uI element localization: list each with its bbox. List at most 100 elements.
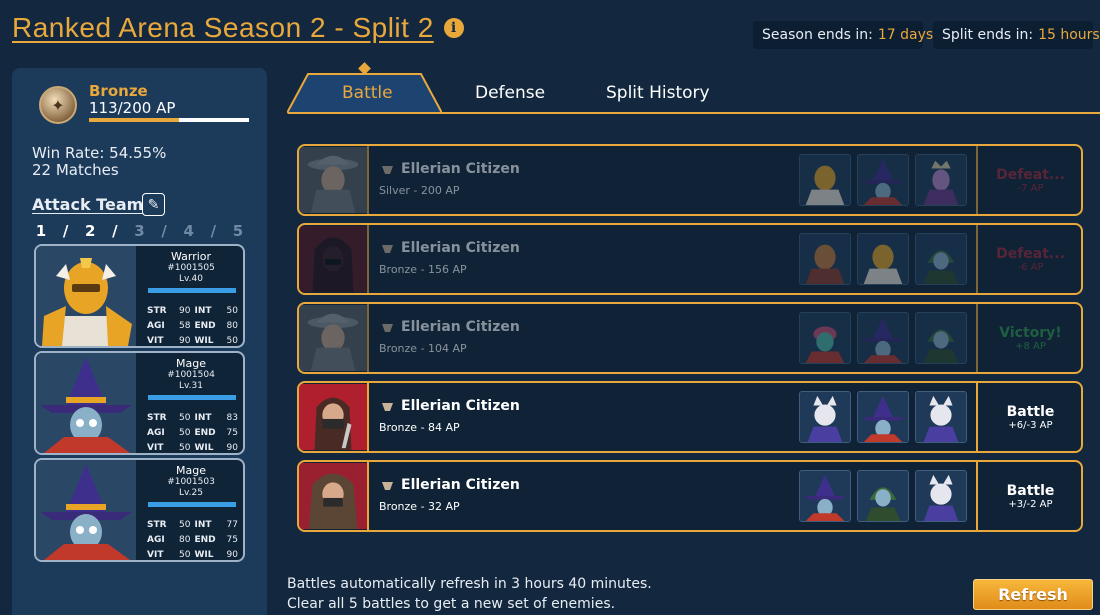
battle-row[interactable]: Ellerian Citizen Bronze - 84 AP Battle +… (297, 381, 1083, 453)
enemy-name: Ellerian Citizen (401, 319, 520, 335)
enemy-hero-mage (799, 470, 851, 522)
enemy-hero-mage (857, 154, 909, 206)
result-ap: +6/-3 AP (1008, 419, 1053, 431)
hero-card[interactable]: Mage #1001503 Lv.25 STR 50 INT 77 AGI 80 END 7… (34, 458, 245, 562)
battle-row[interactable]: Ellerian Citizen Bronze - 32 AP Battle +… (297, 460, 1083, 532)
team-page-4[interactable]: 4 (180, 222, 198, 240)
battle-button[interactable]: Battle +6/-3 AP (976, 383, 1081, 451)
warrior-portrait (36, 246, 136, 346)
attack-team-label[interactable]: Attack Team (32, 195, 143, 214)
match-count: 22 Matches (32, 161, 119, 179)
team-page-selector: 1 / 2 / 3 / 4 / 5 (32, 222, 247, 240)
hero-card[interactable]: Warrior #1001505 Lv.40 STR 90 INT 50 AGI 58 E… (34, 244, 245, 348)
hero-id: #1001504 (167, 370, 215, 380)
hero-stats: STR 50 INT 83 AGI 50 END 75 VIT 50 WIL 90 (147, 410, 242, 453)
info-icon[interactable]: i (443, 18, 464, 38)
enemy-hero-mage (857, 312, 909, 364)
bronze-rank-icon (382, 166, 393, 174)
page-separator: / (161, 222, 167, 240)
stat-key: INT (194, 412, 212, 423)
team-page-2[interactable]: 2 (81, 222, 99, 240)
stat-key: INT (194, 519, 212, 530)
stat-key: END (194, 427, 216, 438)
split-timer-label: Split ends in: (942, 27, 1034, 43)
team-page-3[interactable]: 3 (131, 222, 149, 240)
stat-value: 90 (179, 335, 191, 346)
enemy-portrait (299, 304, 369, 372)
enemy-name: Ellerian Citizen (401, 240, 520, 256)
battle-row[interactable]: Ellerian Citizen Silver - 200 AP Defeat.… (297, 144, 1083, 216)
hero-exp-bar (148, 502, 236, 507)
enemy-rank-ap: Bronze - 32 AP (379, 500, 460, 513)
stat-key: END (194, 534, 216, 545)
stat-value: 90 (226, 549, 238, 560)
hero-level: Lv.40 (179, 274, 203, 284)
hero-exp-bar (148, 288, 236, 293)
stat-value: 90 (226, 442, 238, 453)
stat-value: 77 (226, 519, 238, 530)
edit-team-icon[interactable]: ✎ (142, 193, 165, 216)
enemy-portrait (299, 225, 369, 293)
enemy-hero-fox-mask (915, 391, 967, 443)
refresh-button[interactable]: Refresh (973, 579, 1093, 610)
battle-row[interactable]: Ellerian Citizen Bronze - 156 AP Defeat.… (297, 223, 1083, 295)
enemy-rank-ap: Bronze - 84 AP (379, 421, 460, 434)
enemy-rank-ap: Bronze - 156 AP (379, 263, 467, 276)
enemy-hero-fox-mask (799, 391, 851, 443)
tab-battle[interactable]: Battle (342, 83, 393, 103)
page-separator: / (112, 222, 118, 240)
hero-level: Lv.31 (179, 381, 203, 391)
tab-defense[interactable]: Defense (475, 83, 545, 103)
stat-value: 83 (226, 412, 238, 423)
bronze-rank-icon: ✦ (39, 86, 77, 124)
win-rate: Win Rate: 54.55% (32, 144, 167, 162)
enemy-name: Ellerian Citizen (401, 161, 520, 177)
enemy-hero-queen (915, 154, 967, 206)
page-title-text: Ranked Arena Season 2 - Split 2 (12, 12, 434, 43)
stat-key: VIT (147, 442, 164, 453)
refresh-hint-text: Clear all 5 battles to get a new set of … (287, 596, 616, 612)
stat-key: WIL (194, 549, 214, 560)
bronze-rank-icon (382, 324, 393, 332)
stat-value: 50 (226, 305, 238, 316)
stat-value: 50 (179, 519, 191, 530)
stat-key: STR (147, 305, 167, 316)
enemy-portrait (299, 383, 369, 451)
hero-id: #1001503 (167, 477, 215, 487)
result-label: Defeat... (996, 166, 1065, 183)
enemy-hero-assassin (915, 312, 967, 364)
stat-value: 75 (226, 534, 238, 545)
stat-key: VIT (147, 335, 164, 346)
stat-key: AGI (147, 534, 165, 545)
page-title: Ranked Arena Season 2 - Split 2 i (12, 12, 464, 44)
result-label: Defeat... (996, 245, 1065, 262)
stat-value: 50 (179, 412, 191, 423)
result-label: Battle (1006, 482, 1055, 499)
enemy-team (799, 312, 967, 364)
team-page-5[interactable]: 5 (229, 222, 247, 240)
result-ap: +3/-2 AP (1008, 498, 1053, 510)
mage-portrait (36, 460, 136, 560)
hero-card[interactable]: Mage #1001504 Lv.31 STR 50 INT 83 AGI 50 END 7… (34, 351, 245, 455)
stat-value: 90 (179, 305, 191, 316)
tab-split-history[interactable]: Split History (606, 83, 710, 103)
refresh-timer-text: Battles automatically refresh in 3 hours… (287, 576, 652, 592)
hero-id: #1001505 (167, 263, 215, 273)
hero-stats: STR 50 INT 77 AGI 80 END 75 VIT 50 WIL 90 (147, 517, 242, 560)
battle-result: Defeat... -6 AP (976, 225, 1081, 293)
battle-button[interactable]: Battle +3/-2 AP (976, 462, 1081, 530)
stat-key: END (194, 320, 216, 331)
enemy-hero-warrior (857, 233, 909, 285)
bronze-rank-icon (382, 403, 393, 411)
hero-exp-bar (148, 395, 236, 400)
team-page-1[interactable]: 1 (32, 222, 50, 240)
enemy-hero-warrior (799, 154, 851, 206)
page-separator: / (210, 222, 217, 240)
enemy-rank-ap: Bronze - 104 AP (379, 342, 467, 355)
enemy-hero-ranger (799, 312, 851, 364)
rank-name: Bronze (89, 82, 148, 100)
enemy-hero-assassin (857, 470, 909, 522)
stat-key: STR (147, 412, 167, 423)
battle-row[interactable]: Ellerian Citizen Bronze - 104 AP Victory… (297, 302, 1083, 374)
enemy-portrait (299, 462, 369, 530)
